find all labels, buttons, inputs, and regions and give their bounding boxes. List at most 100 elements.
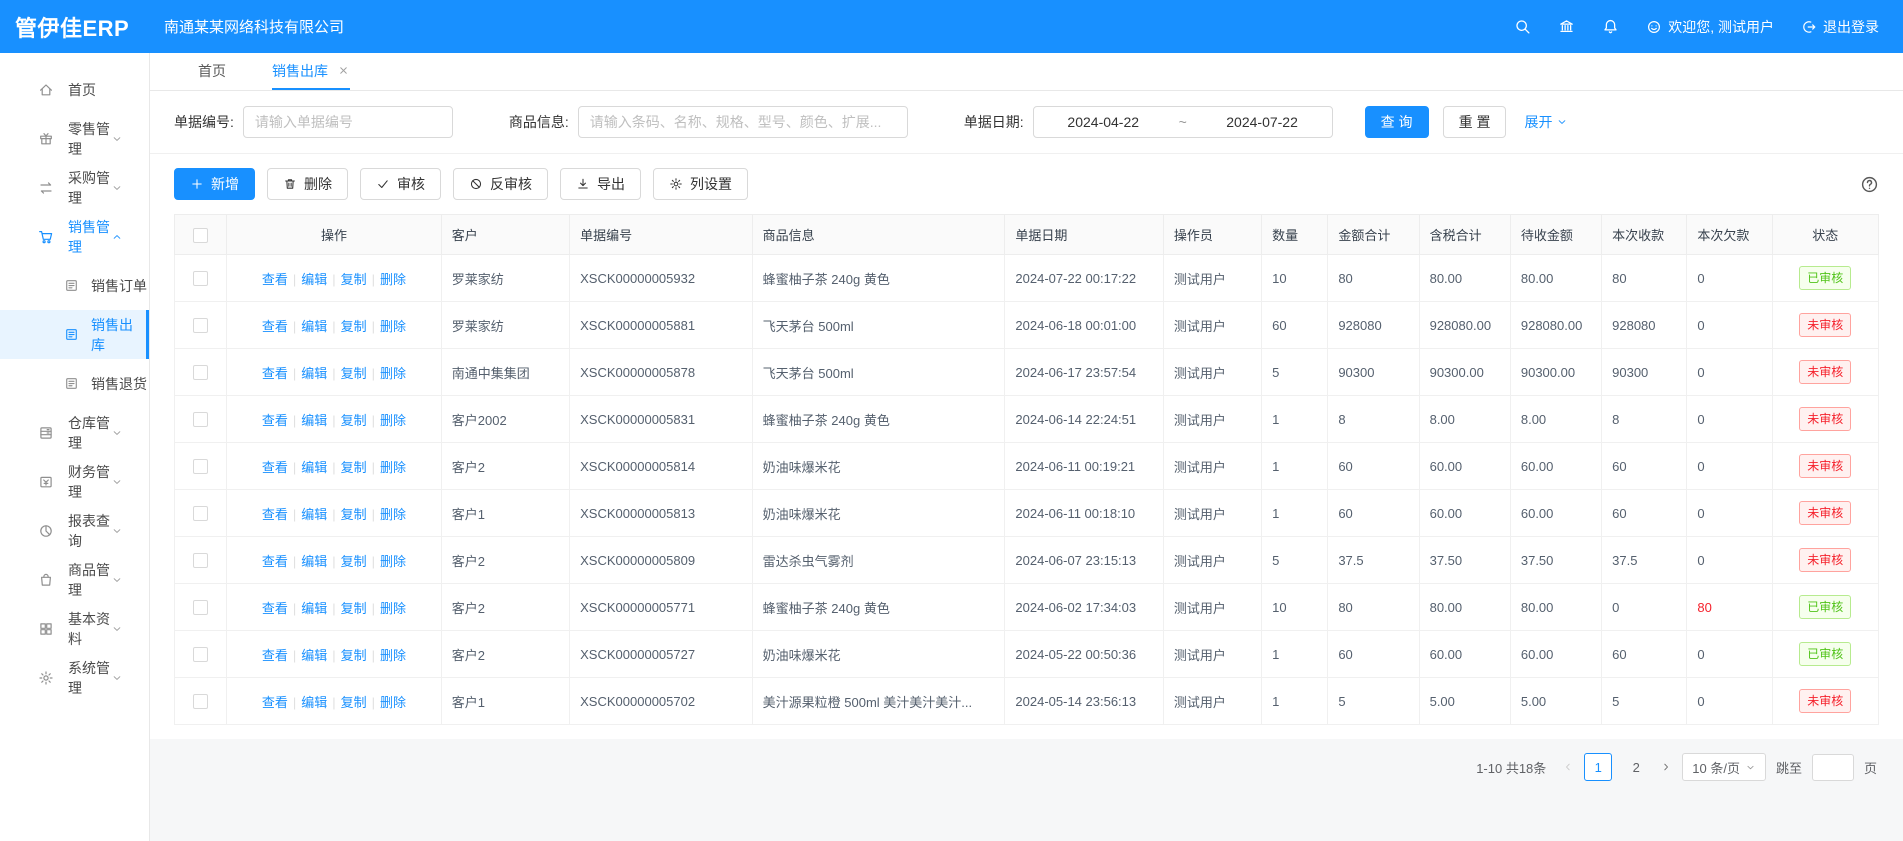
product-info-input[interactable]: [578, 106, 908, 138]
page-number-2[interactable]: 2: [1622, 753, 1650, 781]
tab-0[interactable]: 首页: [198, 53, 226, 90]
row-action-删除[interactable]: 删除: [380, 554, 406, 569]
row-action-编辑[interactable]: 编辑: [301, 695, 327, 710]
row-action-复制[interactable]: 复制: [341, 366, 367, 381]
row-action-删除[interactable]: 删除: [380, 601, 406, 616]
cell-product: 蜂蜜柚子茶 240g 黄色: [752, 584, 1005, 631]
row-action-编辑[interactable]: 编辑: [301, 601, 327, 616]
sidebar-subitem-3-1[interactable]: 销售出库: [0, 310, 149, 359]
sidebar-item-7[interactable]: 商品管理: [0, 555, 149, 604]
row-action-复制[interactable]: 复制: [341, 648, 367, 663]
row-action-编辑[interactable]: 编辑: [301, 648, 327, 663]
row-action-编辑[interactable]: 编辑: [301, 554, 327, 569]
help-icon[interactable]: [1860, 175, 1879, 194]
row-action-查看[interactable]: 查看: [262, 695, 288, 710]
row-action-复制[interactable]: 复制: [341, 272, 367, 287]
row-action-编辑[interactable]: 编辑: [301, 366, 327, 381]
row-checkbox[interactable]: [193, 365, 208, 380]
sidebar-item-3[interactable]: 销售管理: [0, 212, 149, 261]
page-number-1[interactable]: 1: [1584, 753, 1612, 781]
toolbar-button-1[interactable]: 删除: [267, 168, 348, 200]
tab-1[interactable]: 销售出库: [272, 53, 350, 90]
close-icon[interactable]: [337, 64, 350, 77]
sidebar-item-9[interactable]: 系统管理: [0, 653, 149, 702]
row-action-编辑[interactable]: 编辑: [301, 460, 327, 475]
row-action-查看[interactable]: 查看: [262, 554, 288, 569]
row-action-编辑[interactable]: 编辑: [301, 319, 327, 334]
sidebar-item-8[interactable]: 基本资料: [0, 604, 149, 653]
next-page-button[interactable]: [1660, 761, 1672, 773]
page-size-select[interactable]: 10 条/页: [1682, 753, 1766, 781]
row-action-查看[interactable]: 查看: [262, 601, 288, 616]
row-checkbox[interactable]: [193, 694, 208, 709]
row-action-查看[interactable]: 查看: [262, 319, 288, 334]
row-action-复制[interactable]: 复制: [341, 460, 367, 475]
cell-date: 2024-05-22 00:50:36: [1005, 631, 1163, 678]
row-action-编辑[interactable]: 编辑: [301, 413, 327, 428]
row-action-查看[interactable]: 查看: [262, 648, 288, 663]
toolbar-button-5[interactable]: 列设置: [653, 168, 748, 200]
row-checkbox[interactable]: [193, 318, 208, 333]
toolbar-button-3[interactable]: 反审核: [453, 168, 548, 200]
sidebar-subitem-3-0[interactable]: 销售订单: [0, 261, 149, 310]
row-checkbox[interactable]: [193, 553, 208, 568]
toolbar-button-0[interactable]: 新增: [174, 168, 255, 200]
select-all-checkbox[interactable]: [193, 228, 208, 243]
column-header-1: 客户: [441, 215, 569, 255]
row-action-查看[interactable]: 查看: [262, 507, 288, 522]
row-action-复制[interactable]: 复制: [341, 413, 367, 428]
row-action-删除[interactable]: 删除: [380, 648, 406, 663]
jump-page-input[interactable]: [1812, 754, 1854, 781]
bank-icon[interactable]: [1558, 18, 1575, 35]
row-checkbox[interactable]: [193, 459, 208, 474]
cell-qty: 5: [1262, 537, 1328, 584]
row-action-编辑[interactable]: 编辑: [301, 507, 327, 522]
row-checkbox[interactable]: [193, 647, 208, 662]
prev-page-button[interactable]: [1562, 761, 1574, 773]
welcome-user[interactable]: 欢迎您, 测试用户: [1646, 17, 1774, 37]
row-action-查看[interactable]: 查看: [262, 366, 288, 381]
table-row: 查看|编辑|复制|删除客户2002XSCK00000005831蜂蜜柚子茶 24…: [175, 396, 1879, 443]
sidebar-item-1[interactable]: 零售管理: [0, 114, 149, 163]
row-action-复制[interactable]: 复制: [341, 507, 367, 522]
row-action-删除[interactable]: 删除: [380, 507, 406, 522]
expand-link[interactable]: 展开: [1524, 112, 1568, 132]
bell-icon[interactable]: [1602, 18, 1619, 35]
row-action-复制[interactable]: 复制: [341, 601, 367, 616]
cell-receivable: 60.00: [1510, 490, 1601, 537]
sidebar-item-label: 商品管理: [68, 560, 111, 600]
sidebar-item-4[interactable]: 仓库管理: [0, 408, 149, 457]
row-action-删除[interactable]: 删除: [380, 272, 406, 287]
date-range-picker[interactable]: 2024-04-22 ~ 2024-07-22: [1033, 106, 1333, 138]
sidebar-item-6[interactable]: 报表查询: [0, 506, 149, 555]
sidebar-item-2[interactable]: 采购管理: [0, 163, 149, 212]
bill-no-input[interactable]: [243, 106, 453, 138]
row-checkbox[interactable]: [193, 271, 208, 286]
row-checkbox[interactable]: [193, 600, 208, 615]
sidebar-subitem-3-2[interactable]: 销售退货: [0, 359, 149, 408]
row-action-编辑[interactable]: 编辑: [301, 272, 327, 287]
row-action-复制[interactable]: 复制: [341, 554, 367, 569]
row-action-删除[interactable]: 删除: [380, 319, 406, 334]
row-action-删除[interactable]: 删除: [380, 366, 406, 381]
search-icon[interactable]: [1514, 18, 1531, 35]
row-action-查看[interactable]: 查看: [262, 460, 288, 475]
row-checkbox[interactable]: [193, 412, 208, 427]
row-action-查看[interactable]: 查看: [262, 413, 288, 428]
row-action-删除[interactable]: 删除: [380, 695, 406, 710]
row-action-复制[interactable]: 复制: [341, 695, 367, 710]
chevron-down-icon: [1556, 116, 1568, 128]
row-action-删除[interactable]: 删除: [380, 460, 406, 475]
reset-button[interactable]: 重 置: [1443, 106, 1507, 138]
toolbar-button-4[interactable]: 导出: [560, 168, 641, 200]
toolbar-button-2[interactable]: 审核: [360, 168, 441, 200]
sidebar-subitem-label: 销售订单: [91, 276, 147, 296]
row-action-删除[interactable]: 删除: [380, 413, 406, 428]
search-button[interactable]: 查 询: [1365, 106, 1429, 138]
sidebar-item-0[interactable]: 首页: [0, 65, 149, 114]
row-action-查看[interactable]: 查看: [262, 272, 288, 287]
sidebar-item-5[interactable]: 财务管理: [0, 457, 149, 506]
row-checkbox[interactable]: [193, 506, 208, 521]
row-action-复制[interactable]: 复制: [341, 319, 367, 334]
logout-button[interactable]: 退出登录: [1801, 17, 1879, 37]
